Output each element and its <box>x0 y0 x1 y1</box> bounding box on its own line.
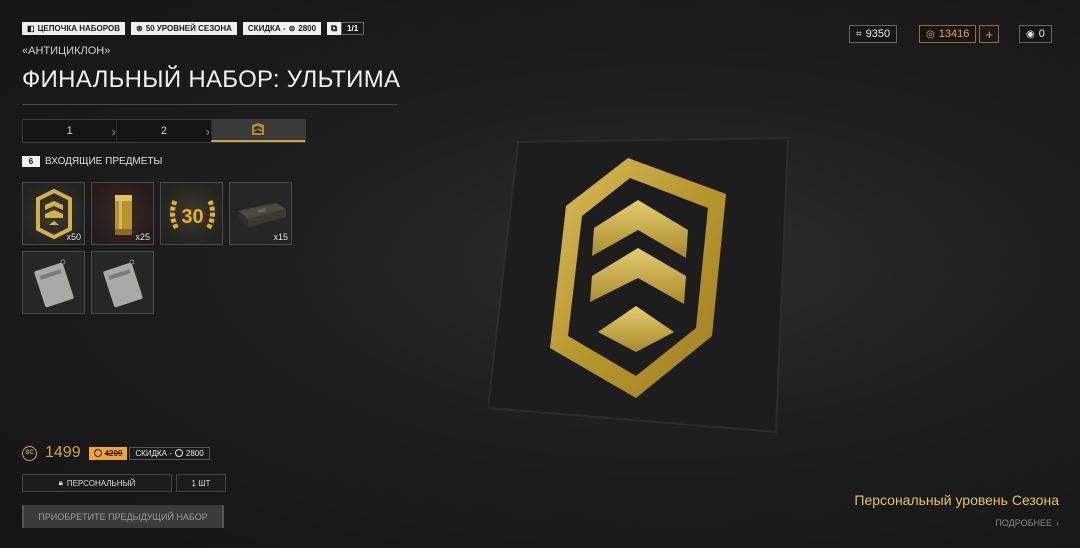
gold-value: 13416 <box>938 28 970 40</box>
item-laurel-30[interactable]: 30 <box>160 182 223 245</box>
title-divider <box>22 104 397 105</box>
step-2-label: 2 <box>160 125 168 137</box>
price-row: SC 1499 4299 СКИДКА - 2800 <box>22 444 210 462</box>
chevron-right-icon: › <box>111 124 116 139</box>
buy-previous-button[interactable]: ПРИОБРЕТИТЕ ПРЕДЫДУЩИЙ НАБОР <box>22 505 224 528</box>
silver-value: 9350 <box>865 28 891 40</box>
chevron-right-icon: › <box>205 124 210 139</box>
item-ammo-crate[interactable]: x15 <box>229 182 292 245</box>
personal-label: ПЕРСОНАЛЬНЫЙ <box>66 478 136 488</box>
item-qty: x15 <box>273 232 288 242</box>
tag-chain: ◧ ЦЕПОЧКА НАБОРОВ <box>22 22 125 35</box>
tag-discount-label: СКИДКА - <box>247 24 286 33</box>
dog-tag-icon <box>103 259 143 308</box>
currency-tokens: ◉ 0 <box>1019 25 1052 43</box>
tag-levels-label: 50 УРОВНЕЙ СЕЗОНА <box>145 24 232 33</box>
coin-icon <box>174 449 183 457</box>
price-old-value: 4299 <box>104 448 123 458</box>
item-dog-tag-2[interactable] <box>91 251 154 314</box>
included-count: 6 <box>22 156 40 167</box>
quantity-badge: 1 ШТ <box>176 474 226 492</box>
currency-silver: ⌗ 9350 <box>849 25 898 43</box>
coin-icon: ⊜ <box>288 24 296 33</box>
dog-tag-icon <box>34 259 74 308</box>
more-link[interactable]: ПОДРОБНЕЕ › <box>995 518 1059 528</box>
page-subtitle: «АНТИЦИКЛОН» <box>22 45 111 57</box>
add-gold-button[interactable]: + <box>979 25 1000 43</box>
tag-levels: ⊛ 50 УРОВНЕЙ СЕЗОНА <box>130 22 237 35</box>
item-dog-tag-1[interactable] <box>22 251 85 314</box>
chevron-right-icon: › <box>1056 518 1059 528</box>
included-label: ВХОДЯЩИЕ ПРЕДМЕТЫ <box>45 156 163 167</box>
sc-coin-icon: SC <box>22 445 37 461</box>
price-discount: СКИДКА - 2800 <box>129 446 210 460</box>
included-items-header: 6 ВХОДЯЩИЕ ПРЕДМЕТЫ <box>22 156 162 167</box>
more-label: ПОДРОБНЕЕ <box>995 518 1052 528</box>
step-1-label: 1 <box>66 125 73 137</box>
price-old: 4299 <box>88 446 128 460</box>
price-current: 1499 <box>45 444 81 461</box>
lock-icon: 🔒︎ <box>58 478 63 487</box>
box-icon: ⧉ <box>327 22 342 35</box>
tag-counter: ⧉ 1/1 <box>327 22 365 35</box>
items-grid: x50 x25 30 x15 <box>22 182 292 314</box>
page-title: ФИНАЛЬНЫЙ НАБОР: УЛЬТИМА <box>22 66 401 93</box>
tag-discount-value: 2800 <box>298 24 317 33</box>
item-qty: x50 <box>66 232 81 242</box>
silver-icon: ⌗ <box>856 28 862 40</box>
token-icon: ◉ <box>1026 28 1035 40</box>
tokens-value: 0 <box>1038 28 1045 40</box>
silver-balance: ⌗ 9350 <box>849 25 898 43</box>
laurel-30-icon: 30 <box>169 200 216 231</box>
item-gold-canister[interactable]: x25 <box>91 182 154 245</box>
price-discount-value: 2800 <box>185 448 204 458</box>
step-2[interactable]: › 2 <box>111 120 210 142</box>
svg-text:30: 30 <box>181 206 203 228</box>
chain-steps: 1 › 2 › 3 <box>22 119 306 143</box>
item-qty: x25 <box>135 232 150 242</box>
hero-season-badge <box>488 136 790 434</box>
tokens-balance: ◉ 0 <box>1019 25 1052 43</box>
header-tags: ◧ ЦЕПОЧКА НАБОРОВ ⊛ 50 УРОВНЕЙ СЕЗОНА СК… <box>22 22 365 35</box>
tag-counter-value: 1/1 <box>341 22 365 35</box>
coin-icon <box>93 449 102 457</box>
currency-gold: ◎ 13416 + <box>919 25 1000 43</box>
step-3-label: 3 <box>253 125 259 135</box>
price-discount-label: СКИДКА - <box>135 448 172 458</box>
tag-chain-label: ЦЕПОЧКА НАБОРОВ <box>37 24 120 33</box>
gold-balance: ◎ 13416 <box>919 25 977 43</box>
season-icon: ⊛ <box>135 24 143 33</box>
chain-icon: ◧ <box>27 24 35 33</box>
personal-row: 🔒︎ ПЕРСОНАЛЬНЫЙ 1 ШТ <box>22 474 226 492</box>
item-season-levels[interactable]: x50 <box>22 182 85 245</box>
step-3[interactable]: › 3 <box>206 120 305 142</box>
step-1[interactable]: 1 <box>23 120 116 142</box>
tag-discount: СКИДКА - ⊜ 2800 <box>242 22 322 35</box>
personal-badge: 🔒︎ ПЕРСОНАЛЬНЫЙ <box>22 474 172 492</box>
hero-title: Персональный уровень Сезона <box>854 492 1059 508</box>
gold-coin-icon: ◎ <box>926 28 935 40</box>
